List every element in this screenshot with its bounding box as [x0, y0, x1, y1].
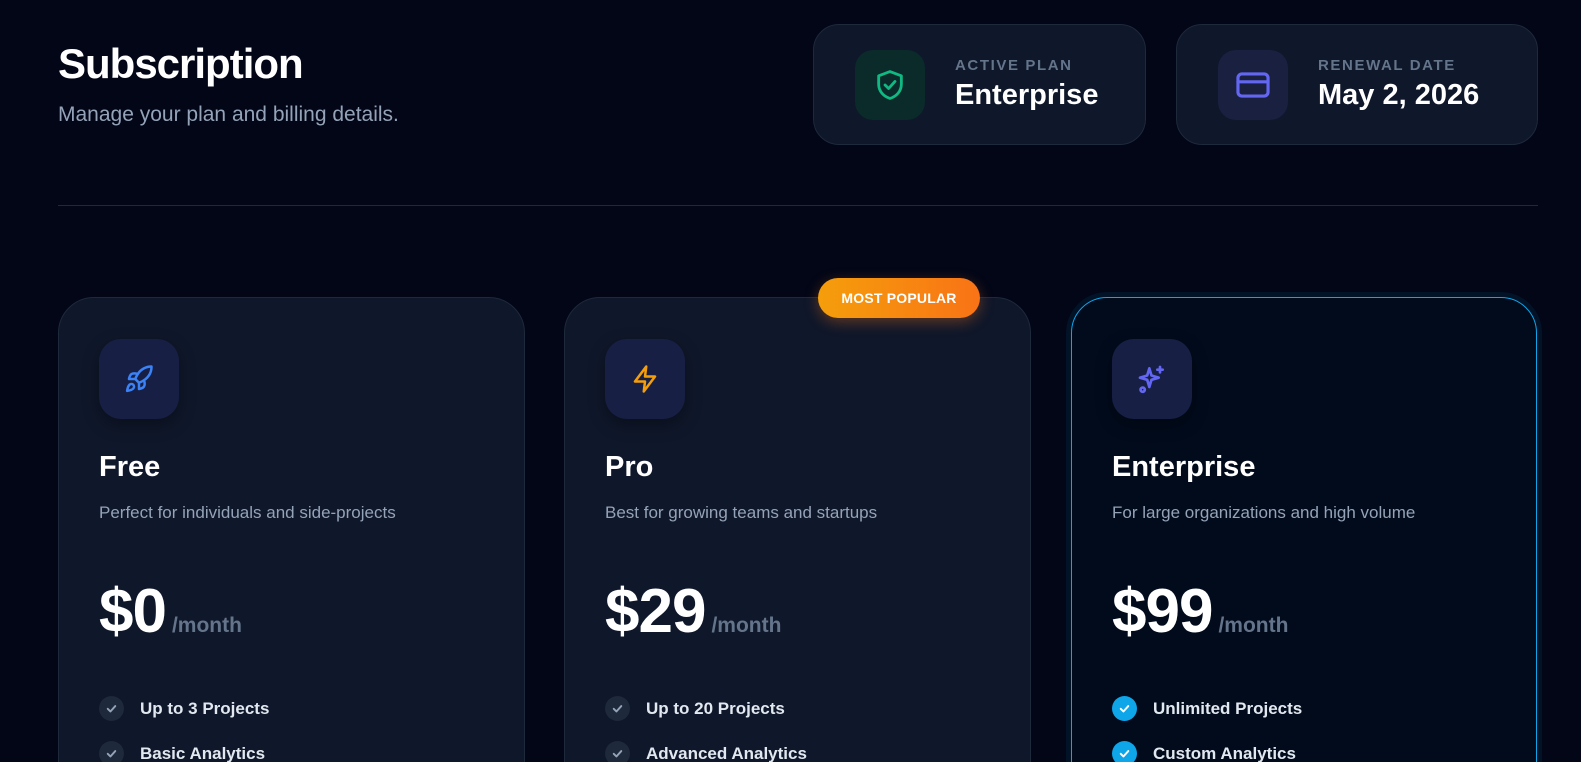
- shield-check-icon: [855, 50, 925, 120]
- plan-description: Best for growing teams and startups: [605, 503, 878, 522]
- plan-name: Pro: [605, 451, 654, 483]
- header-divider: [58, 205, 1538, 206]
- plan-name: Free: [99, 451, 161, 483]
- page-title: Subscription: [58, 40, 304, 87]
- plan-description: Perfect for individuals and side-project…: [99, 503, 396, 522]
- rocket-icon: [99, 339, 179, 419]
- active-plan-card: ACTIVE PLAN Enterprise: [813, 24, 1146, 145]
- feature-list: Unlimited Projects Custom Analytics: [1112, 686, 1302, 762]
- check-icon: [1112, 741, 1137, 762]
- feature-list: Up to 3 Projects Basic Analytics: [99, 686, 269, 762]
- plan-card-free[interactable]: Free Perfect for individuals and side-pr…: [58, 297, 525, 762]
- plan-card-pro[interactable]: Pro Best for growing teams and startups …: [564, 297, 1031, 762]
- most-popular-badge: MOST POPULAR: [818, 278, 980, 318]
- plan-price-row: $0 /month: [99, 576, 242, 647]
- active-plan-value: Enterprise: [955, 79, 1099, 111]
- plan-price-row: $99 /month: [1112, 576, 1288, 647]
- feature-item: Custom Analytics: [1112, 731, 1302, 762]
- renewal-date-label: RENEWAL DATE: [1318, 57, 1456, 74]
- check-icon: [1112, 696, 1137, 721]
- feature-list: Up to 20 Projects Advanced Analytics: [605, 686, 807, 762]
- feature-label: Advanced Analytics: [646, 743, 807, 762]
- feature-item: Basic Analytics: [99, 731, 269, 762]
- subscription-page: Subscription Manage your plan and billin…: [0, 0, 1581, 762]
- plan-price-row: $29 /month: [605, 576, 781, 647]
- check-icon: [605, 741, 630, 762]
- check-icon: [605, 696, 630, 721]
- check-icon: [99, 741, 124, 762]
- plan-price: $29: [605, 577, 706, 646]
- plan-description: For large organizations and high volume: [1112, 503, 1416, 522]
- lightning-icon: [605, 339, 685, 419]
- feature-item: Unlimited Projects: [1112, 686, 1302, 731]
- feature-label: Custom Analytics: [1153, 743, 1296, 762]
- page-subtitle: Manage your plan and billing details.: [58, 103, 399, 126]
- credit-card-icon: [1218, 50, 1288, 120]
- plan-period: /month: [171, 614, 242, 637]
- plan-period: /month: [1218, 614, 1289, 637]
- plan-period: /month: [711, 614, 782, 637]
- plan-card-enterprise[interactable]: Enterprise For large organizations and h…: [1071, 297, 1537, 762]
- feature-item: Advanced Analytics: [605, 731, 807, 762]
- feature-item: Up to 20 Projects: [605, 686, 807, 731]
- renewal-date-card: RENEWAL DATE May 2, 2026: [1176, 24, 1538, 145]
- check-icon: [99, 696, 124, 721]
- active-plan-label: ACTIVE PLAN: [955, 57, 1073, 74]
- renewal-date-value: May 2, 2026: [1318, 79, 1480, 111]
- plan-price: $0: [99, 577, 167, 646]
- sparkles-icon: [1112, 339, 1192, 419]
- feature-label: Unlimited Projects: [1153, 698, 1303, 718]
- feature-label: Basic Analytics: [140, 743, 266, 762]
- plan-name: Enterprise: [1112, 451, 1256, 483]
- feature-label: Up to 3 Projects: [140, 698, 270, 718]
- plan-price: $99: [1112, 577, 1213, 646]
- feature-item: Up to 3 Projects: [99, 686, 269, 731]
- feature-label: Up to 20 Projects: [646, 698, 785, 718]
